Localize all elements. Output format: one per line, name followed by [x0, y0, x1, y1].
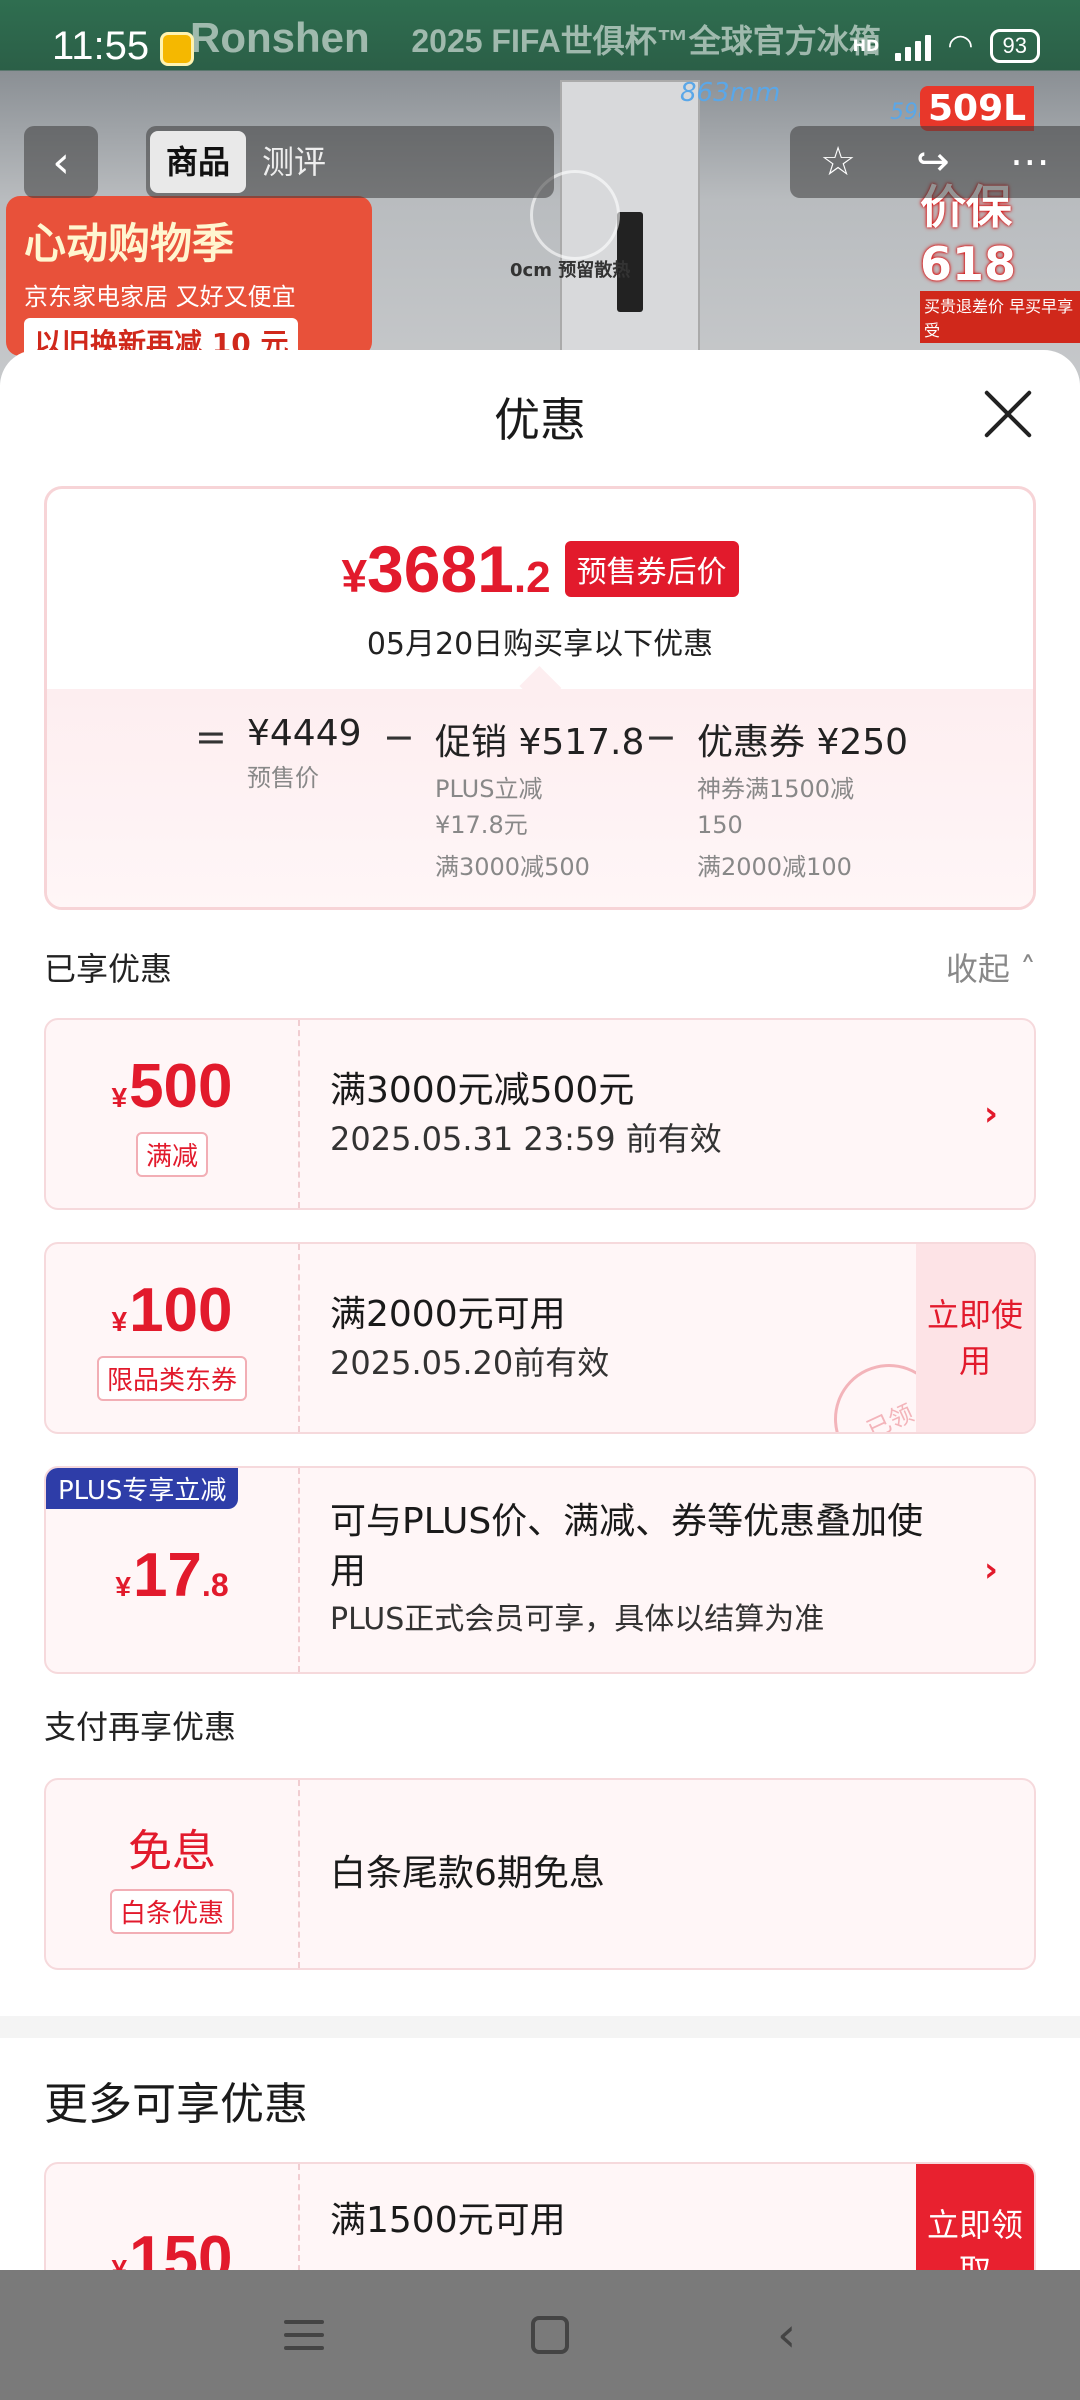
price-summary-card: ¥ 3681 .2 预售券后价 05月20日购买享以下优惠 = ¥4449 预售… [44, 486, 1036, 910]
minus-sign-1: − [383, 715, 415, 759]
promo-banner[interactable]: 心动购物季 京东家电家居 又好又便宜 以旧换新再减 10 元 [6, 196, 372, 366]
promo-title: 心动购物季 [24, 219, 235, 268]
star-icon[interactable]: ☆ [820, 139, 856, 185]
coupon-divider [298, 1468, 300, 1672]
system-nav-bar: ‹ [0, 2270, 1080, 2400]
promo-line3: 满3000减500 [435, 853, 590, 881]
use-now-button[interactable]: 立即使用 [916, 1244, 1034, 1432]
section-separator [0, 2016, 1080, 2038]
coupon-divider [298, 1020, 300, 1208]
vent-label: 0cm 预留散热 [510, 260, 631, 281]
final-price-int: 3681 [367, 532, 514, 606]
enjoyed-offers-label: 已享优惠 [44, 950, 173, 988]
coupon-validity: 2025.05.20前有效 [330, 1344, 610, 1382]
coupon-divider [298, 1244, 300, 1432]
wifi-icon: ◠ [947, 28, 974, 63]
price-protect-sub: 买贵退差价 早买早享受 [920, 291, 1080, 343]
coupon-divider [298, 2164, 300, 2270]
baitiao-offer-card[interactable]: 免息 白条优惠 白条尾款6期免息 [44, 1778, 1036, 1970]
promo-sub: 京东家电家居 又好又便宜 [24, 283, 296, 311]
price-breakdown: = ¥4449 预售价 − 促销 ¥517.8 PLUS立减 ¥17.8元 满3… [47, 689, 1033, 907]
chevron-right-icon: › [983, 1094, 998, 1134]
claim-now-button[interactable]: 立即领取 [916, 2164, 1034, 2270]
close-icon[interactable] [980, 386, 1036, 442]
back-button[interactable]: ‹ [24, 126, 98, 198]
coupon-card-plus[interactable]: PLUS专享立减 ¥ 17 .8 可与PLUS价、满减、券等优惠叠加使用 PLU… [44, 1466, 1036, 1674]
coupon-card-full-reduction[interactable]: ¥ 500 满减 满3000元减500元 2025.05.31 23:59 前有… [44, 1018, 1036, 1210]
baitiao-title: 白条尾款6期免息 [330, 1853, 605, 1894]
coupon-value: ¥ 150 [111, 2223, 232, 2271]
status-time: 11:55 [52, 24, 150, 68]
presale-amount: ¥4449 [247, 713, 362, 754]
promo-col: 促销 ¥517.8 PLUS立减 ¥17.8元 满3000减500 [435, 713, 644, 885]
notification-app-icon [160, 32, 194, 66]
presale-label: 预售价 [247, 764, 319, 792]
signal-icon [895, 31, 932, 61]
promo-line1: PLUS立减 [435, 775, 543, 803]
coupon-line3: 满2000减100 [697, 853, 852, 881]
interest-free-label: 免息 [128, 1825, 216, 1877]
payment-offers-label: 支付再享优惠 [44, 1708, 237, 1746]
tab-product[interactable]: 商品 [150, 131, 247, 193]
coupon-yen: ¥ [111, 2253, 128, 2271]
coupon-card-jd-category[interactable]: ¥ 100 限品类东券 满2000元可用 2025.05.20前有效 已领 立即… [44, 1242, 1036, 1434]
nav-back-icon[interactable]: ‹ [777, 2311, 796, 2359]
coupon-amount: 优惠券 ¥250 [697, 722, 909, 763]
battery-icon: 93 [989, 28, 1040, 63]
minus-sign-2: − [645, 715, 677, 759]
coupon-validity: 2025.05.31 23:59 前有效 [330, 1120, 722, 1158]
coupon-type-tag: 满减 [135, 1132, 208, 1177]
coupon-col: 优惠券 ¥250 神券满1500减 150 满2000减100 [697, 713, 908, 885]
final-price-tag: 预售券后价 [564, 541, 739, 597]
purchase-date-note: 05月20日购买享以下优惠 [366, 627, 714, 662]
coupon-line2: 150 [697, 811, 743, 839]
coupon-number: 150 [129, 2223, 233, 2271]
sheet-title: 优惠 [494, 393, 586, 447]
coupon-title: 满3000元减500元 [330, 1070, 635, 1111]
offers-sheet: 优惠 ¥ 3681 .2 预售券后价 05月20日购买享以下优惠 = ¥4449… [0, 350, 1080, 2270]
chevron-up-icon: ˄ [1020, 950, 1036, 988]
promo-line2: ¥17.8元 [435, 811, 528, 839]
spec-badges: 509L 价保618 买贵退差价 早买早享受 [920, 86, 1080, 343]
coupon-card-1500[interactable]: ¥ 150 满1500元可用 立即领取 [44, 2162, 1036, 2270]
hd-indicator: HD [852, 36, 880, 55]
promo-amount: 促销 ¥517.8 [435, 722, 645, 763]
menu-icon[interactable] [283, 2320, 324, 2350]
tab-review[interactable]: 测评 [246, 131, 342, 193]
coupon-title: 可与PLUS价、满减、券等优惠叠加使用 [330, 1501, 924, 1592]
coupon-number: 500 [129, 1052, 233, 1121]
presale-col: ¥4449 预售价 [247, 713, 362, 796]
coupon-number: 100 [129, 1276, 233, 1345]
coupon-decimal: .8 [201, 1566, 229, 1603]
more-icon[interactable]: ⋯ [1010, 139, 1050, 185]
back-icon: ‹ [52, 136, 70, 188]
status-bar: 11:55 HD ◠ 93 [0, 0, 1080, 100]
coupon-yen: ¥ [115, 1570, 131, 1602]
product-tabs: 商品 测评 [146, 126, 554, 198]
coupon-yen: ¥ [111, 1082, 128, 1113]
more-offers-title: 更多可享优惠 [44, 2079, 308, 2130]
coupon-value: ¥ 17 .8 [115, 1540, 228, 1611]
coupon-title: 满1500元可用 [330, 2200, 566, 2241]
chevron-right-icon: › [983, 1550, 998, 1590]
final-price-dec: .2 [513, 553, 551, 602]
collapse-label: 收起 [945, 950, 1010, 988]
coupon-number: 17 [132, 1540, 202, 1610]
home-icon[interactable] [531, 2316, 570, 2354]
final-price-yen: ¥ [341, 550, 368, 602]
coupon-type-tag: 限品类东券 [96, 1356, 247, 1401]
collapse-button[interactable]: 收起 ˄ [946, 944, 1036, 990]
coupon-title: 满2000元可用 [330, 1294, 566, 1335]
share-icon[interactable]: ↪ [916, 139, 950, 185]
coupon-yen: ¥ [111, 1306, 128, 1337]
final-price: ¥ 3681 .2 预售券后价 [47, 531, 1033, 607]
coupon-note: PLUS正式会员可享，具体以结算为准 [330, 1602, 825, 1637]
coupon-line1: 神券满1500减 [697, 775, 855, 803]
coupon-value: ¥ 500 [111, 1051, 232, 1122]
baitiao-tag: 白条优惠 [109, 1888, 234, 1934]
coupon-value: ¥ 100 [111, 1275, 232, 1346]
coupon-divider [298, 1780, 300, 1968]
header-actions: ☆ ↪ ⋯ [790, 126, 1080, 198]
equals-sign: = [195, 715, 227, 759]
